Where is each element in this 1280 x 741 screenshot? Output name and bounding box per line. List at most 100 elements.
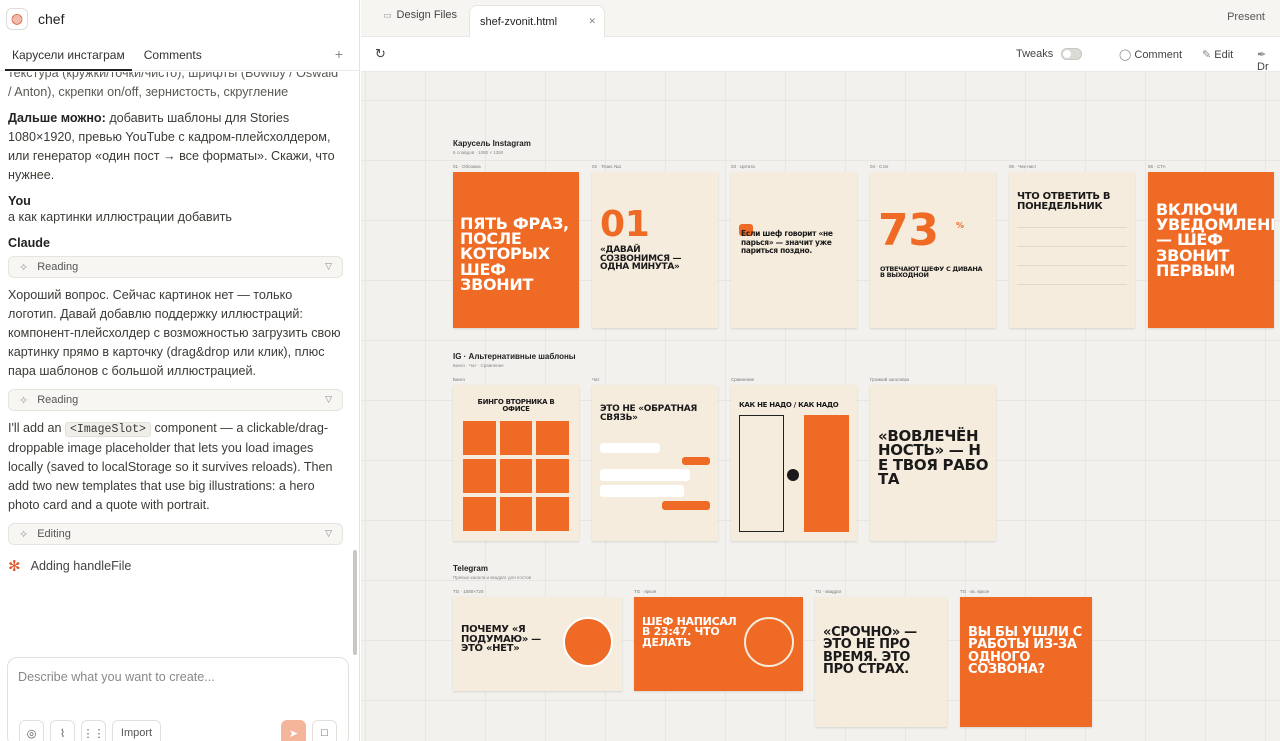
tab-active-file[interactable]: shef-zvonit.html ✕ xyxy=(469,5,605,37)
bingo-card[interactable]: БИНГО ВТОРНИКА В ОФИСЕ xyxy=(453,385,579,541)
comment-button[interactable]: ◯ Comment xyxy=(1119,48,1182,61)
reading-tool-pill[interactable]: ✧ Reading ▽ xyxy=(8,389,343,411)
chat-bubble xyxy=(600,443,660,453)
tab-carousels[interactable]: Карусели инстаграм xyxy=(5,48,132,71)
chat-panel: ◍ chef Карусели инстаграм Comments + тек… xyxy=(0,0,360,741)
stop-button[interactable]: □ xyxy=(312,720,337,741)
panel-tabs: Карусели инстаграм Comments + xyxy=(0,37,359,71)
composer: ◎ ⌇ ⋮⋮ Import ➤ □ xyxy=(7,657,349,741)
telegram-card-3[interactable]: «СРОЧНО» — ЭТО НЕ ПРО ВРЕМЯ. ЭТО ПРО СТР… xyxy=(815,597,947,727)
card-headline: БИНГО ВТОРНИКА В ОФИСЕ xyxy=(477,398,555,413)
card-label: 06 · CTA xyxy=(1148,164,1166,169)
card-label: TG · 1080×720 xyxy=(453,589,484,594)
section-title: Карусель Instagram xyxy=(453,139,531,148)
project-name[interactable]: chef xyxy=(38,11,64,27)
stat-number: 73 xyxy=(878,205,939,256)
section-subtitle: 6 слайдов · 1080 × 1350 xyxy=(453,150,504,155)
present-menu[interactable]: Present xyxy=(1227,11,1265,23)
telegram-card-4[interactable]: ВЫ БЫ УШЛИ С РАБОТЫ ИЗ-ЗА ОДНОГО СОЗВОНА… xyxy=(960,597,1092,727)
chat-bubble xyxy=(682,457,710,465)
close-icon[interactable]: ✕ xyxy=(588,16,596,27)
reading-tool-pill[interactable]: ✧ Reading ▽ xyxy=(8,256,343,278)
audio-icon[interactable]: ⋮⋮ xyxy=(81,720,106,741)
attach-icon[interactable]: ⌇ xyxy=(50,720,75,741)
canvas-toolbar: ↻ Tweaks ◯ Comment ✎ Edit ✒ Dr xyxy=(361,37,1280,73)
assistant-message: I'll add an <ImageSlot> component — a cl… xyxy=(8,421,333,512)
spinner-star-icon: ✻ xyxy=(8,558,21,575)
editing-tool-pill[interactable]: ✧ Editing ▽ xyxy=(8,523,343,545)
add-tab-icon[interactable]: + xyxy=(335,46,343,62)
folder-icon: ▭ xyxy=(383,9,392,20)
chevron-down-icon: ▽ xyxy=(325,261,332,271)
bingo-grid xyxy=(463,421,569,531)
card-headline: ОТВЕЧАЮТ ШЕФУ С ДИВАНА В ВЫХОДНОЙ xyxy=(880,265,983,280)
vs-badge xyxy=(787,469,799,481)
compare-column-good xyxy=(804,415,849,532)
big-quote-card[interactable]: «ВОВЛЕЧЁННОСТЬ» — НЕ ТВОЯ РАБОТА xyxy=(870,385,996,541)
section-title: IG · Альтернативные шаблоны xyxy=(453,352,576,361)
status-line: ✻ Adding handleFile xyxy=(8,558,132,575)
card-headline: ПЯТЬ ФРАЗ, ПОСЛЕ КОТОРЫХ ШЕФ ЗВОНИТ xyxy=(460,214,569,294)
chat-history[interactable]: текстура (кружки/точки/чисто), шрифты (B… xyxy=(0,72,352,655)
author-label-claude: Claude xyxy=(8,236,50,250)
chat-scrollbar[interactable] xyxy=(353,550,357,655)
carousel-card-checklist[interactable]: ЧТО ОТВЕТИТЬ В ПОНЕДЕЛЬНИК xyxy=(1009,172,1135,328)
section-subtitle: Бинго · Чат · Сравнение xyxy=(453,363,504,368)
design-canvas[interactable]: Карусель Instagram 6 слайдов · 1080 × 13… xyxy=(361,72,1280,741)
palette-icon[interactable]: ◍ xyxy=(6,7,28,30)
card-label: Чат xyxy=(592,377,600,382)
card-headline: «ДАВАЙ СОЗВОНИМСЯ — ОДНА МИНУТА» xyxy=(600,245,682,273)
compare-column-bad xyxy=(739,415,784,532)
pen-icon: ✒ xyxy=(1257,49,1267,61)
chevron-down-icon: ▽ xyxy=(325,394,332,404)
card-label: 04 · Стат xyxy=(870,164,889,169)
file-tabbar: ▭ Design Files shef-zvonit.html ✕ Present xyxy=(361,0,1280,37)
card-headline: Если шеф говорит «не парься» — значит уж… xyxy=(741,229,833,256)
telegram-card-1[interactable]: ПОЧЕМУ «Я ПОДУМАЮ» — ЭТО «НЕТ» xyxy=(453,597,622,691)
pencil-icon: ✎ xyxy=(1202,49,1215,61)
user-message: а как картинки иллюстрации добавить xyxy=(8,210,232,224)
tool-icon: ✧ xyxy=(19,528,29,541)
card-headline: ЧТО ОТВЕТИТЬ В ПОНЕДЕЛЬНИК xyxy=(1017,191,1111,212)
card-label: 03 · Цитата xyxy=(731,164,755,169)
carousel-card-quote[interactable]: Если шеф говорит «не парься» — значит уж… xyxy=(731,172,857,328)
tool-icon: ✧ xyxy=(19,394,29,407)
card-headline: ЭТО НЕ «ОБРАТНАЯ СВЯЗЬ» xyxy=(600,404,697,423)
card-headline: ВЫ БЫ УШЛИ С РАБОТЫ ИЗ-ЗА ОДНОГО СОЗВОНА… xyxy=(968,625,1083,678)
card-number: 01 xyxy=(600,204,650,245)
card-label: Сравнение xyxy=(731,377,755,382)
card-label: Громкий заголовок xyxy=(870,377,910,382)
card-headline: ПОЧЕМУ «Я ПОДУМАЮ» — ЭТО «НЕТ» xyxy=(461,624,541,654)
design-area: ▭ Design Files shef-zvonit.html ✕ Present … xyxy=(361,0,1280,741)
tweaks-label: Tweaks xyxy=(1016,48,1054,60)
carousel-card-cover[interactable]: ПЯТЬ ФРАЗ, ПОСЛЕ КОТОРЫХ ШЕФ ЗВОНИТ xyxy=(453,172,579,328)
draw-button[interactable]: ✒ Dr xyxy=(1257,48,1280,73)
project-header: ◍ chef xyxy=(0,0,359,37)
carousel-card-thesis[interactable]: 01 «ДАВАЙ СОЗВОНИМСЯ — ОДНА МИНУТА» xyxy=(592,172,718,328)
tab-comments[interactable]: Comments xyxy=(137,48,209,70)
card-label: TG · квадрат xyxy=(815,589,842,594)
chat-card[interactable]: ЭТО НЕ «ОБРАТНАЯ СВЯЗЬ» xyxy=(592,385,718,541)
card-label: Бинго xyxy=(453,377,465,382)
send-button[interactable]: ➤ xyxy=(281,720,306,741)
import-button[interactable]: Import xyxy=(112,720,161,741)
card-headline: «ВОВЛЕЧЁННОСТЬ» — НЕ ТВОЯ РАБОТА xyxy=(878,427,989,488)
refresh-icon[interactable]: ↻ xyxy=(375,46,386,62)
chevron-down-icon: ▽ xyxy=(325,528,332,538)
prompt-input[interactable] xyxy=(18,670,338,684)
section-subtitle: Превью канала и квадрат для постов xyxy=(453,575,531,580)
stat-unit: % xyxy=(956,221,964,230)
carousel-card-stat[interactable]: 73 % ОТВЕЧАЮТ ШЕФУ С ДИВАНА В ВЫХОДНОЙ xyxy=(870,172,996,328)
carousel-card-cta[interactable]: ВКЛЮЧИ УВЕДОМЛЕНИЯ — ШЕФ ЗВОНИТ ПЕРВЫМ xyxy=(1148,172,1274,328)
compare-card[interactable]: КАК НЕ НАДО / КАК НАДО xyxy=(731,385,857,541)
settings-icon[interactable]: ◎ xyxy=(19,720,44,741)
chat-bubble xyxy=(600,485,684,497)
telegram-card-2[interactable]: ШЕФ НАПИСАЛ В 23:47. ЧТО ДЕЛАТЬ xyxy=(634,597,803,691)
edit-button[interactable]: ✎ Edit xyxy=(1202,48,1233,61)
tweaks-toggle[interactable] xyxy=(1061,48,1082,60)
assistant-message: Хороший вопрос. Сейчас картинок нет — то… xyxy=(8,288,341,378)
card-label: 02 · Тезис №1 xyxy=(592,164,622,169)
tab-design-files[interactable]: ▭ Design Files xyxy=(383,9,457,21)
card-headline: ШЕФ НАПИСАЛ В 23:47. ЧТО ДЕЛАТЬ xyxy=(642,615,737,649)
card-label: 05 · Чек-лист xyxy=(1009,164,1037,169)
